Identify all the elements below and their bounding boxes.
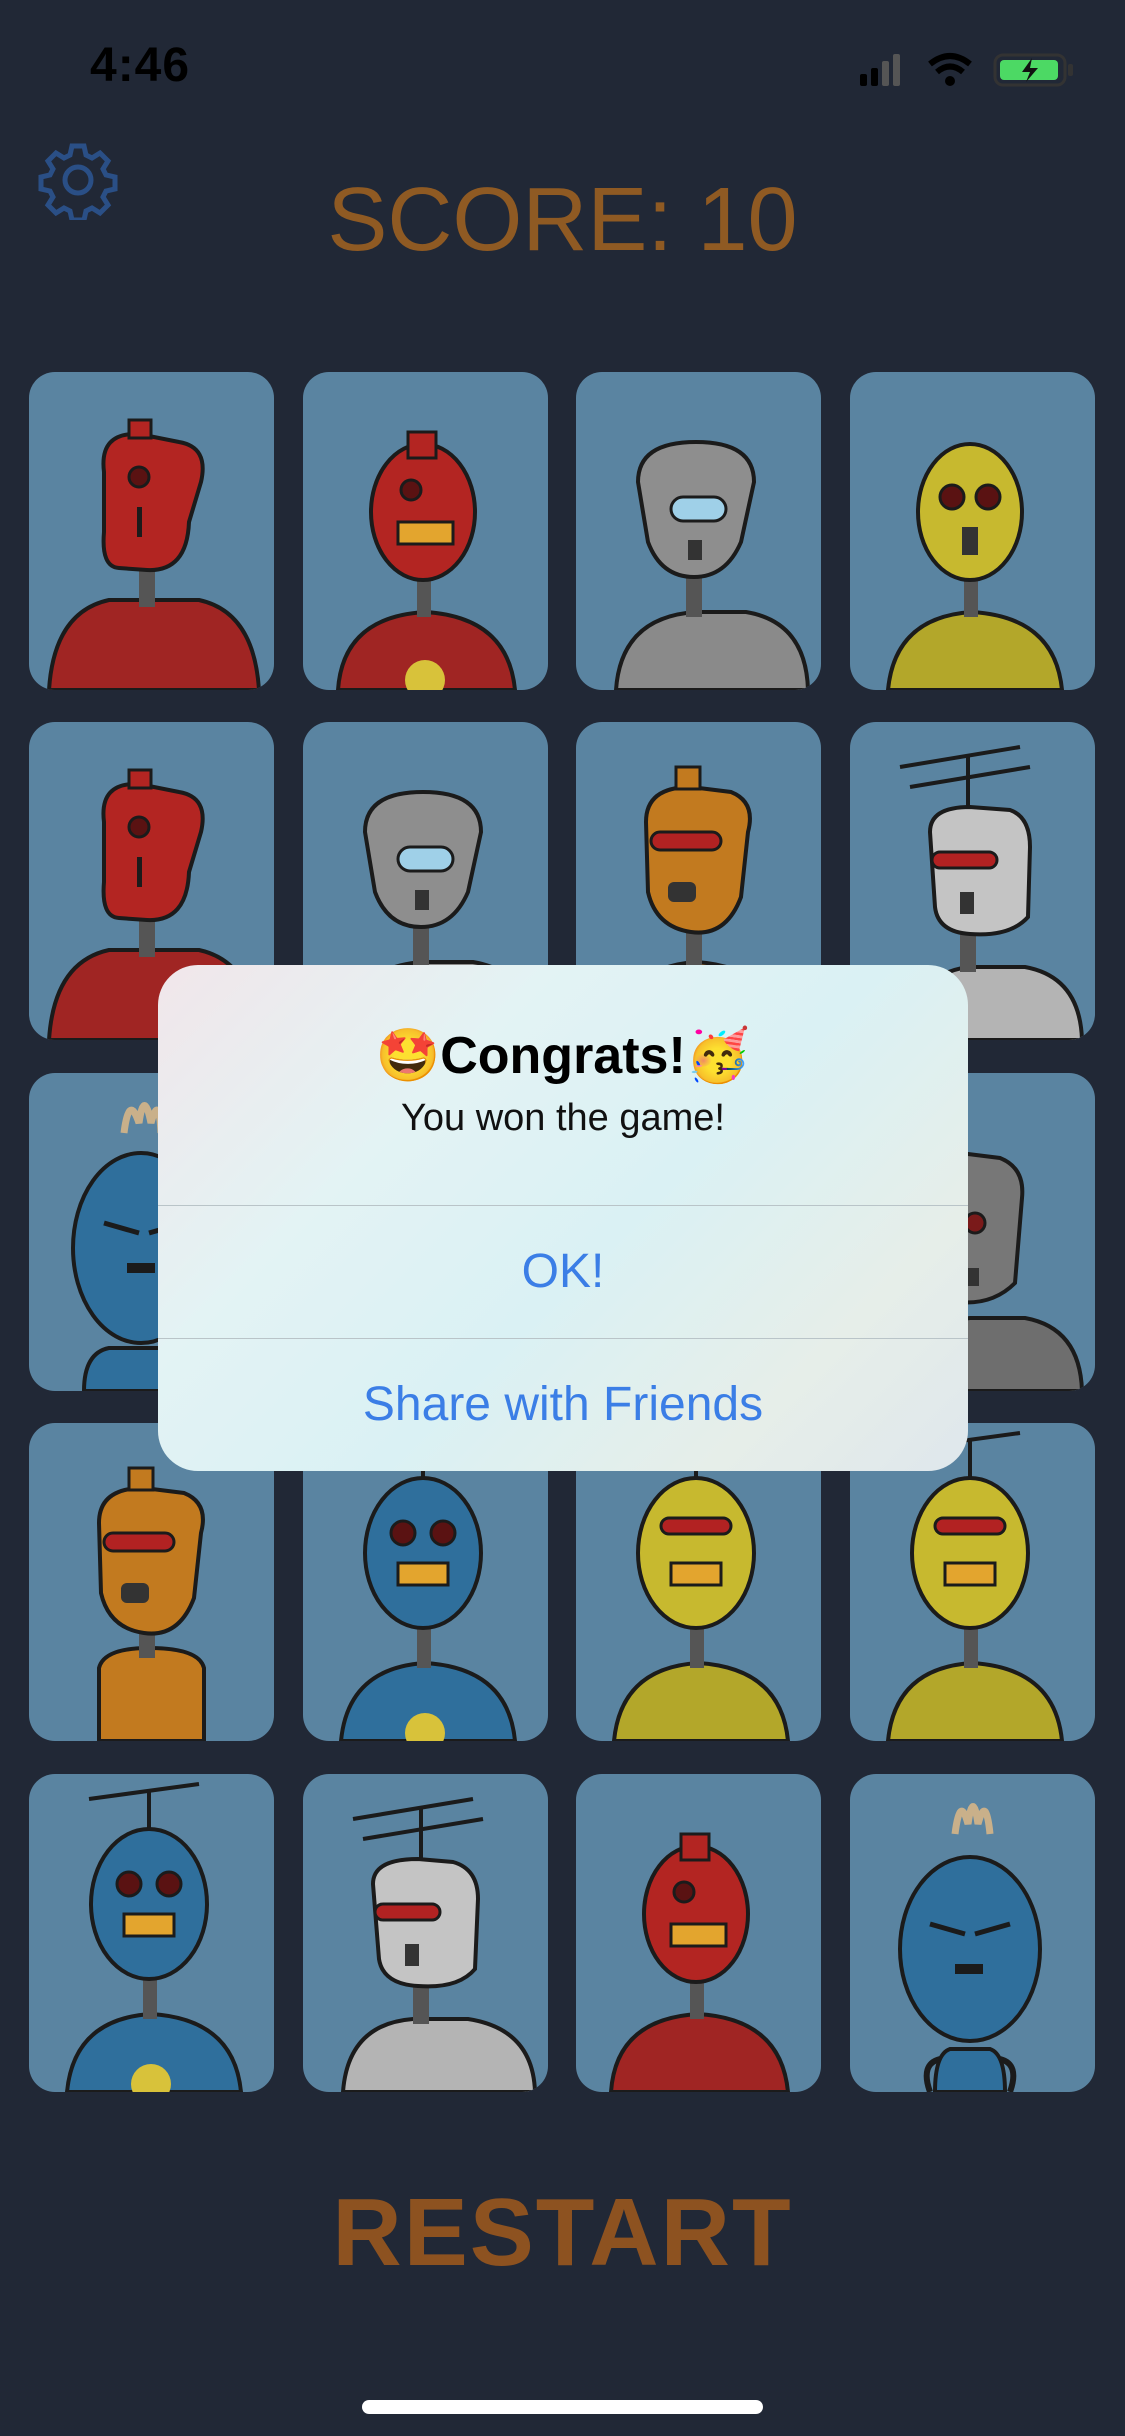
card-silver-antenna-robot[interactable]	[303, 1774, 548, 2092]
party-face-emoji-icon: 🥳	[685, 1027, 751, 1085]
alert-title: Congrats!	[440, 1027, 686, 1085]
alert-title-row: 🤩Congrats!🥳	[158, 1025, 968, 1086]
card-blue-antenna-robot[interactable]	[29, 1774, 274, 2092]
card-blue-tuft-robot[interactable]	[850, 1774, 1095, 2092]
status-time: 4:46	[90, 39, 191, 92]
restart-button[interactable]: RESTART	[0, 2178, 1125, 2288]
star-struck-emoji-icon: 🤩	[375, 1027, 441, 1085]
card-red-round-robot[interactable]	[576, 1774, 821, 2092]
home-indicator[interactable]	[362, 2400, 763, 2414]
alert-header: 🤩Congrats!🥳 You won the game!	[158, 965, 968, 1205]
ok-button[interactable]: OK!	[158, 1206, 968, 1338]
share-with-friends-button[interactable]: Share with Friends	[158, 1339, 968, 1471]
score-label: SCORE: 10	[327, 170, 798, 270]
card-gray-visor-robot[interactable]	[576, 372, 821, 690]
status-icons	[860, 50, 1080, 90]
status-bar: 4:46	[0, 0, 1125, 130]
card-red-round-robot[interactable]	[303, 372, 548, 690]
signal-wifi-battery-icon	[860, 53, 1073, 87]
card-red-slim-robot[interactable]	[29, 372, 274, 690]
congrats-alert: 🤩Congrats!🥳 You won the game! OK! Share …	[158, 965, 968, 1471]
card-yellow-round-robot[interactable]	[850, 372, 1095, 690]
alert-message: You won the game!	[401, 1097, 725, 1139]
